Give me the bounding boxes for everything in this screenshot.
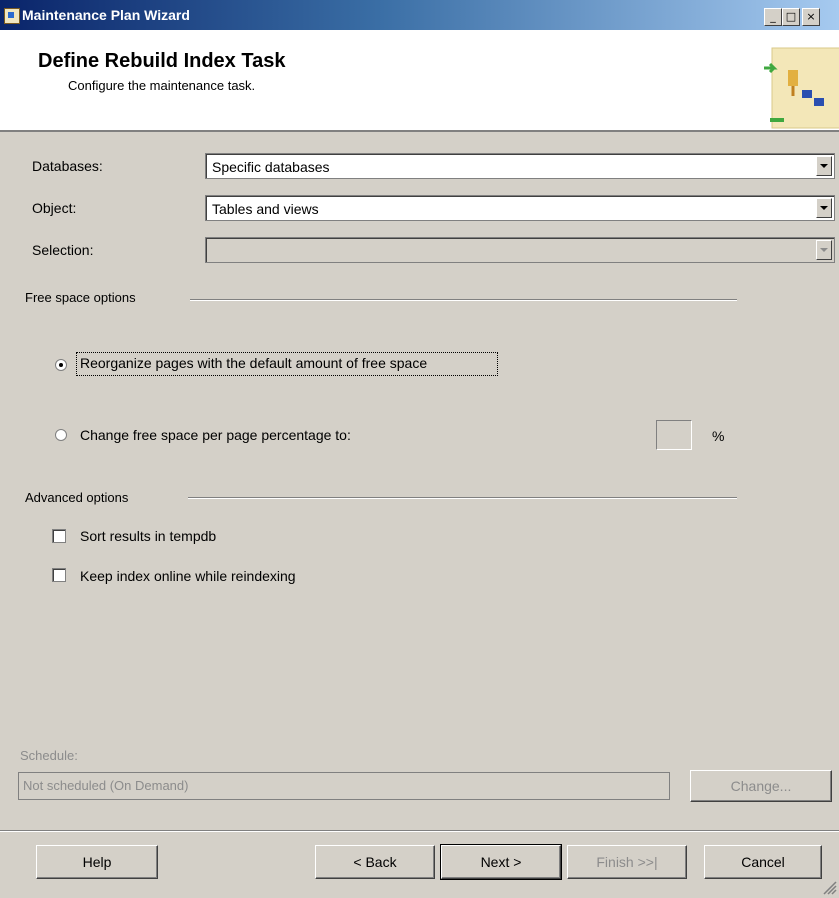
close-button[interactable]: × <box>802 8 820 26</box>
percent-suffix: % <box>712 428 725 444</box>
sort-tempdb-checkbox[interactable] <box>52 529 66 543</box>
selection-combo[interactable] <box>205 237 835 263</box>
maximize-button[interactable]: □ <box>782 8 800 26</box>
back-button[interactable]: < Back <box>315 845 435 879</box>
default-free-space-label[interactable]: Reorganize pages with the default amount… <box>80 355 427 371</box>
default-free-space-radio[interactable] <box>55 359 67 371</box>
advanced-divider <box>188 497 737 499</box>
object-value: Tables and views <box>212 201 319 217</box>
page-title: Define Rebuild Index Task <box>38 50 286 72</box>
object-label: Object: <box>32 200 77 216</box>
wizard-graphic-icon <box>764 47 839 129</box>
databases-combo[interactable]: Specific databases <box>205 153 835 179</box>
window-title: Maintenance Plan Wizard <box>22 7 190 23</box>
resize-grip-icon[interactable] <box>822 880 837 895</box>
selection-label: Selection: <box>32 242 94 258</box>
percent-input[interactable] <box>656 420 692 450</box>
keep-online-checkbox[interactable] <box>52 568 66 582</box>
keep-online-label[interactable]: Keep index online while reindexing <box>80 568 296 584</box>
cancel-button[interactable]: Cancel <box>704 845 822 879</box>
databases-value: Specific databases <box>212 159 330 175</box>
finish-button[interactable]: Finish >>| <box>567 845 687 879</box>
next-button[interactable]: Next > <box>440 844 562 880</box>
title-bar[interactable]: Maintenance Plan Wizard _ □ × <box>0 0 839 30</box>
schedule-value: Not scheduled (On Demand) <box>23 778 189 793</box>
change-free-space-label[interactable]: Change free space per page percentage to… <box>80 427 351 443</box>
object-combo[interactable]: Tables and views <box>205 195 835 221</box>
sort-tempdb-label[interactable]: Sort results in tempdb <box>80 528 216 544</box>
schedule-field: Not scheduled (On Demand) <box>18 772 670 800</box>
help-button[interactable]: Help <box>36 845 158 879</box>
bottom-divider <box>0 830 839 832</box>
wizard-header: Define Rebuild Index Task Configure the … <box>0 30 839 132</box>
selection-dropdown-icon[interactable] <box>816 240 832 260</box>
change-free-space-radio[interactable] <box>55 429 67 441</box>
object-dropdown-icon[interactable] <box>816 198 832 218</box>
free-space-group-label: Free space options <box>25 290 136 305</box>
minimize-button[interactable]: _ <box>764 8 782 26</box>
databases-dropdown-icon[interactable] <box>816 156 832 176</box>
page-subtitle: Configure the maintenance task. <box>68 78 256 93</box>
free-space-divider <box>190 299 737 301</box>
change-schedule-button[interactable]: Change... <box>690 770 832 802</box>
databases-label: Databases: <box>32 158 103 174</box>
schedule-label: Schedule: <box>20 748 78 763</box>
app-icon <box>4 8 20 24</box>
advanced-group-label: Advanced options <box>25 490 129 505</box>
